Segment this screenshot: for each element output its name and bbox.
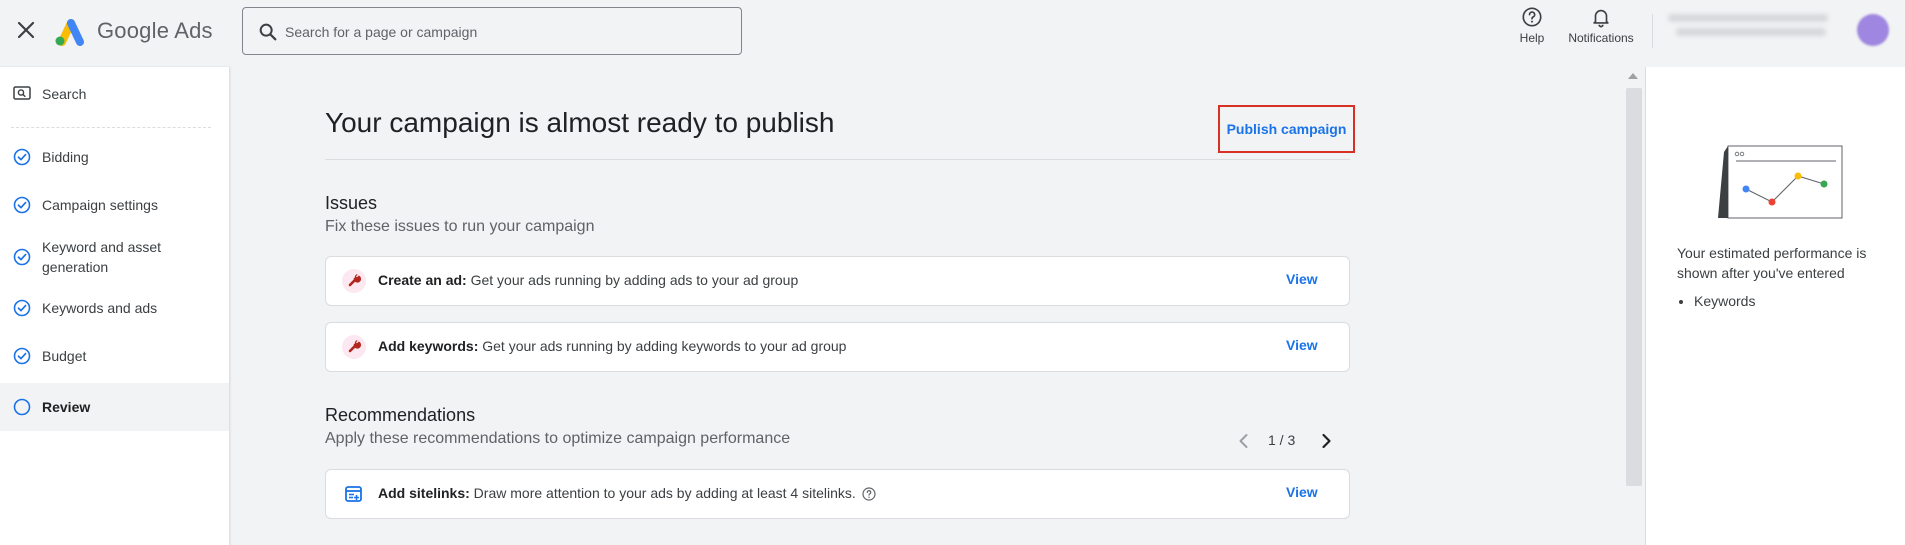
recommendation-text: Add sitelinks: Draw more attention to yo… <box>378 485 876 501</box>
account-info[interactable] <box>1668 14 1828 48</box>
search-box[interactable] <box>242 7 742 55</box>
sidebar: Search Bidding Campaign settings Keyword… <box>0 67 229 545</box>
brand-name: Google Ads <box>97 18 213 43</box>
recommendations-heading: Recommendations <box>325 405 476 425</box>
google-ads-logo <box>55 19 84 46</box>
recommendation-card-sitelinks: Add sitelinks: Draw more attention to yo… <box>325 469 1350 519</box>
view-button[interactable]: View <box>1286 337 1318 353</box>
pager-count: 1 / 3 <box>1268 432 1296 448</box>
publish-campaign-button[interactable]: Publish campaign <box>1218 105 1355 153</box>
close-icon[interactable] <box>14 18 38 42</box>
title-divider <box>325 159 1350 160</box>
chevron-right-icon[interactable] <box>1316 431 1336 451</box>
scroll-up-arrow-icon[interactable] <box>1628 73 1638 79</box>
notifications-button[interactable]: Notifications <box>1562 6 1640 45</box>
search-input[interactable] <box>285 20 725 44</box>
top-bar: Google Ads Help Notifications <box>0 0 1905 64</box>
sidebar-item-keyword-asset-generation[interactable]: Keyword and asset generation <box>0 232 229 282</box>
sidebar-item-keywords-and-ads[interactable]: Keywords and ads <box>0 293 229 323</box>
issue-description: Get your ads running by adding ads to yo… <box>466 272 799 288</box>
check-circle-icon <box>13 148 31 166</box>
wrench-icon <box>342 335 366 359</box>
help-circle-icon[interactable] <box>862 487 876 501</box>
bell-icon <box>1593 9 1609 28</box>
help-button[interactable]: Help <box>1514 6 1550 45</box>
recommendations-subheading: Apply these recommendations to optimize … <box>325 430 791 447</box>
check-circle-icon <box>13 196 31 214</box>
issue-description: Get your ads running by adding keywords … <box>478 338 847 354</box>
sidebar-item-label: Bidding <box>42 149 89 165</box>
sidebar-item-search[interactable]: Search <box>0 79 229 109</box>
recommendations-pager: 1 / 3 <box>1234 429 1344 453</box>
check-circle-icon <box>13 299 31 317</box>
scrollbar-thumb[interactable] <box>1626 88 1642 486</box>
help-icon <box>1522 7 1542 27</box>
issues-subheading: Fix these issues to run your campaign <box>325 218 595 235</box>
view-button[interactable]: View <box>1286 484 1318 500</box>
search-icon <box>13 86 31 100</box>
list-item: Keywords <box>1694 293 1755 309</box>
sitelinks-icon <box>342 482 366 506</box>
issue-title: Add keywords: <box>378 338 479 354</box>
view-button[interactable]: View <box>1286 271 1318 287</box>
issues-heading: Issues <box>325 193 378 213</box>
sidebar-item-label: Search <box>42 86 87 102</box>
performance-chart-illustration <box>1718 145 1843 219</box>
issue-text: Add keywords: Get your ads running by ad… <box>378 338 846 354</box>
account-email-redacted <box>1676 28 1826 36</box>
sidebar-item-label: Budget <box>42 348 87 364</box>
main-content: Your campaign is almost ready to publish… <box>232 67 1622 545</box>
issue-card-add-keywords: Add keywords: Get your ads running by ad… <box>325 322 1350 372</box>
sidebar-divider <box>11 127 211 128</box>
sidebar-item-label: Keywords and ads <box>42 300 158 316</box>
wrench-icon <box>342 269 366 293</box>
sidebar-item-campaign-settings[interactable]: Campaign settings <box>0 190 229 220</box>
performance-panel: Your estimated performance is shown afte… <box>1645 67 1905 545</box>
issue-text: Create an ad: Get your ads running by ad… <box>378 272 798 288</box>
chevron-left-icon[interactable] <box>1234 431 1254 451</box>
sidebar-item-label: Campaign settings <box>42 197 158 213</box>
sidebar-item-label: Keyword and asset generation <box>42 239 162 275</box>
circle-icon <box>13 398 31 416</box>
check-circle-icon <box>13 347 31 365</box>
sidebar-item-bidding[interactable]: Bidding <box>0 142 229 172</box>
issue-title: Create an ad: <box>378 272 467 288</box>
sidebar-item-review[interactable]: Review <box>0 383 229 431</box>
performance-requirements-list: Keywords <box>1694 293 1755 309</box>
page-title: Your campaign is almost ready to publish <box>325 107 835 138</box>
check-circle-icon <box>13 248 31 266</box>
notifications-label: Notifications <box>1568 31 1634 45</box>
issue-card-create-ad: Create an ad: Get your ads running by ad… <box>325 256 1350 306</box>
search-icon <box>259 23 277 41</box>
help-label: Help <box>1519 31 1545 45</box>
header-divider <box>1652 14 1653 48</box>
sidebar-item-budget[interactable]: Budget <box>0 341 229 371</box>
avatar[interactable] <box>1857 14 1889 46</box>
account-name-redacted <box>1668 14 1828 22</box>
recommendation-title: Add sitelinks: <box>378 485 470 501</box>
sidebar-item-label: Review <box>42 399 91 415</box>
performance-message: Your estimated performance is shown afte… <box>1677 245 1867 281</box>
recommendation-description: Draw more attention to your ads by addin… <box>469 485 856 501</box>
